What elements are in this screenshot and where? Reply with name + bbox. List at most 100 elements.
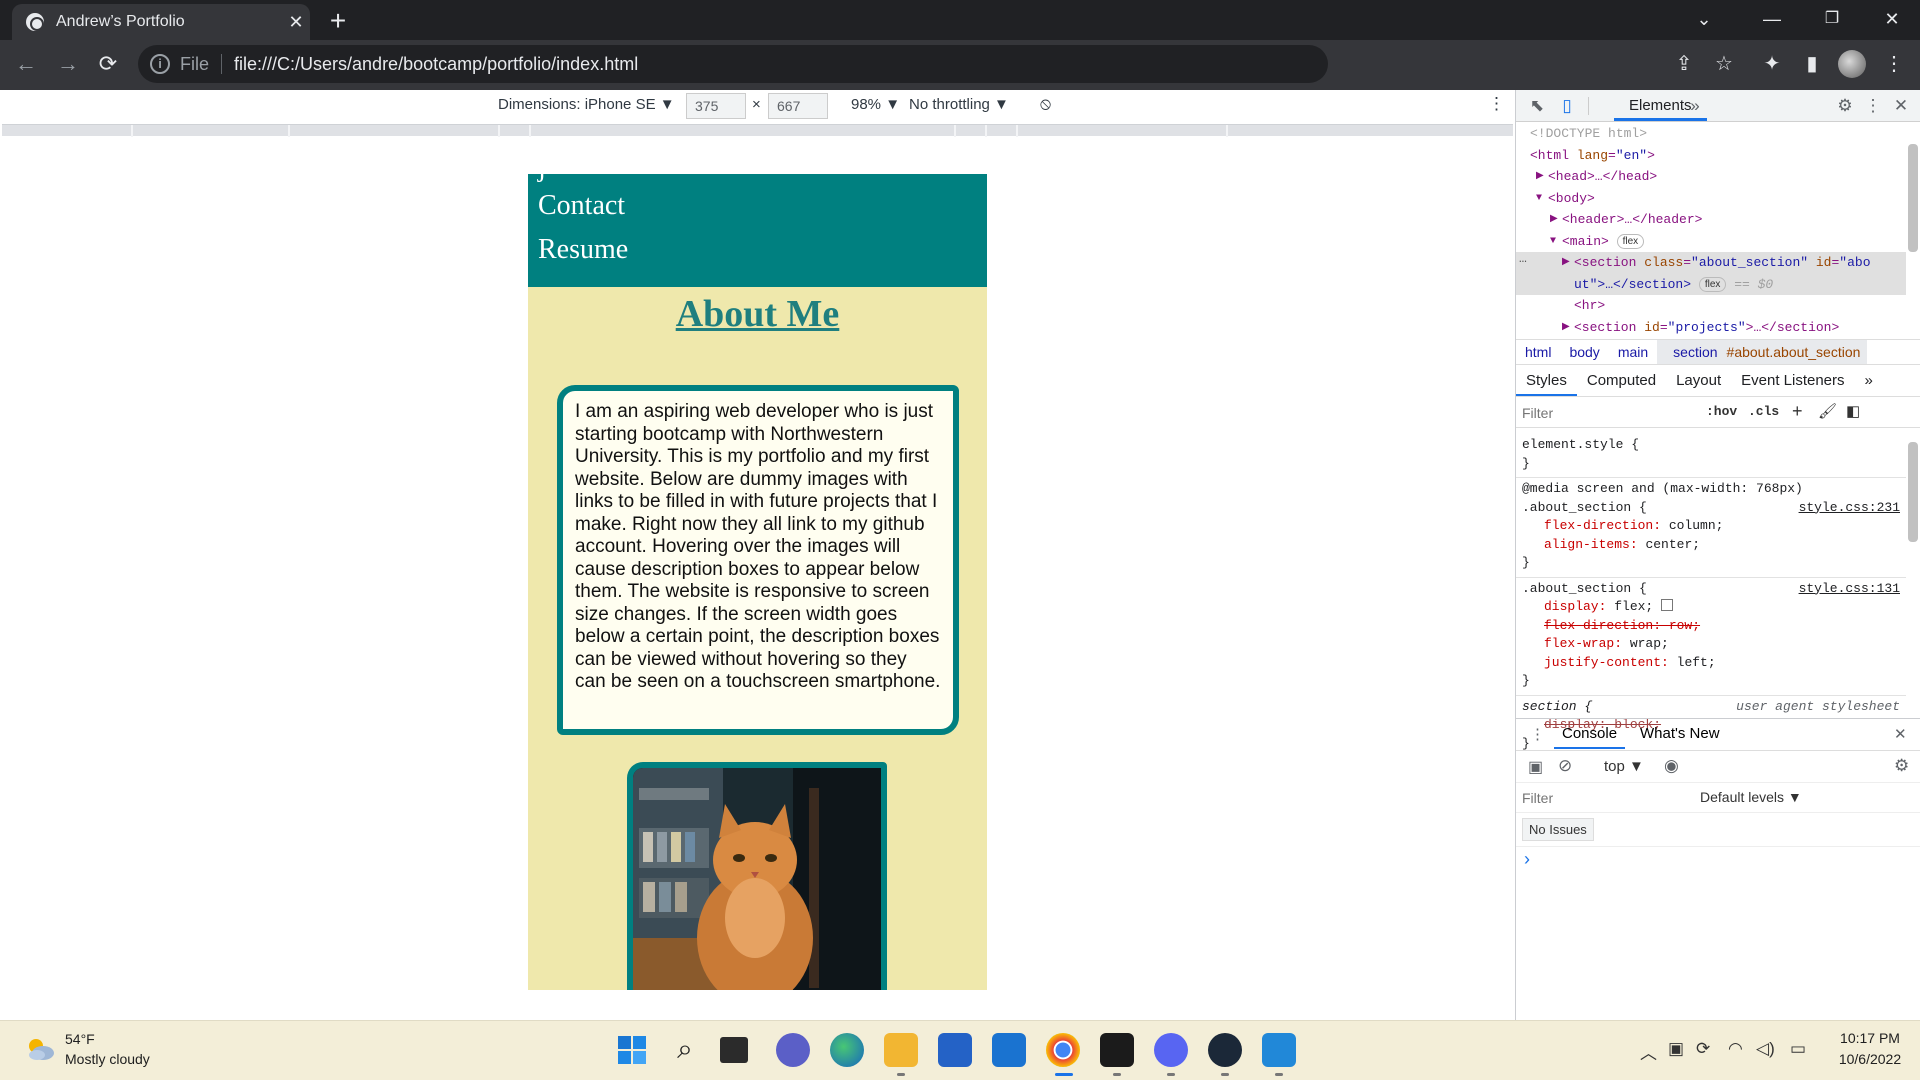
back-button[interactable]: ← [10, 48, 42, 80]
device-height-input[interactable] [768, 93, 828, 119]
tab-event-listeners[interactable]: Event Listeners [1731, 367, 1854, 396]
side-panel-icon[interactable]: ▮ [1798, 50, 1826, 78]
dom-html[interactable]: <html lang="en"> [1516, 145, 1906, 167]
more-subtabs[interactable]: » [1855, 367, 1883, 396]
cls-toggle[interactable]: .cls [1748, 404, 1779, 419]
console-sidebar-icon[interactable]: ▣ [1528, 757, 1543, 777]
nav-link-partial[interactable]: j [538, 174, 546, 184]
dom-header[interactable]: ▶ <header>…</header> [1516, 209, 1906, 231]
bookmark-star-icon[interactable]: ☆ [1710, 50, 1738, 78]
menu-icon[interactable]: ⋮ [1880, 50, 1908, 78]
stylesheet-link[interactable]: style.css:131 [1799, 580, 1900, 599]
styles-scrollbar[interactable] [1908, 442, 1918, 542]
console-settings-gear-icon[interactable]: ⚙ [1894, 756, 1909, 776]
device-dimensions-select[interactable]: Dimensions: iPhone SE ▼ [498, 96, 675, 113]
close-window-button[interactable]: ✕ [1864, 0, 1920, 40]
task-view-icon[interactable] [720, 1037, 748, 1063]
flex-badge[interactable]: flex [1616, 233, 1645, 249]
dom-doctype[interactable]: <!DOCTYPE html> [1516, 123, 1906, 145]
console-filter-input[interactable] [1522, 786, 1692, 810]
minimize-button[interactable]: — [1744, 0, 1800, 40]
toggle-sidebar-icon[interactable]: ◧ [1846, 402, 1860, 420]
context-select[interactable]: top ▼ [1604, 758, 1644, 775]
volume-icon[interactable]: ◁) [1756, 1039, 1775, 1059]
more-tabs-icon[interactable]: » [1684, 95, 1706, 117]
nav-link-resume[interactable]: Resume [538, 234, 628, 266]
clock-date[interactable]: 10/6/2022 [1832, 1051, 1908, 1067]
flex-badge[interactable]: flex [1698, 276, 1727, 292]
close-devtools-icon[interactable]: ✕ [1890, 95, 1912, 117]
wifi-icon[interactable]: ◠ [1728, 1039, 1743, 1059]
terminal-icon[interactable] [1100, 1033, 1134, 1067]
battery-icon[interactable]: ▭ [1790, 1039, 1806, 1059]
chrome-icon[interactable] [1046, 1033, 1080, 1067]
dom-head[interactable]: ▶ <head>…</head> [1516, 166, 1906, 188]
search-icon[interactable]: ⌕ [668, 1033, 702, 1067]
tab-close-button[interactable]: ✕ [282, 12, 310, 33]
start-button[interactable] [615, 1033, 649, 1067]
console-prompt-row[interactable]: › [1516, 847, 1920, 873]
breadcrumb-main[interactable]: main [1609, 344, 1657, 360]
rule-media-about[interactable]: @media screen and (max-width: 768px) .ab… [1516, 478, 1906, 578]
zoom-select[interactable]: 98% ▼ [851, 96, 900, 113]
tab-search-icon[interactable]: ⌄ [1676, 0, 1732, 40]
flexbox-editor-icon[interactable] [1661, 599, 1674, 611]
project-image[interactable] [627, 762, 887, 990]
breadcrumb-section[interactable]: section #about.about_section [1657, 340, 1868, 364]
rotate-icon[interactable]: ⦸ [1040, 94, 1051, 114]
drawer-menu-icon[interactable]: ⋮ [1530, 725, 1545, 743]
throttling-select[interactable]: No throttling ▼ [909, 96, 1009, 113]
tab-computed[interactable]: Computed [1577, 367, 1666, 396]
dom-hr[interactable]: <hr> [1516, 295, 1906, 317]
show-hidden-icons-chevron-icon[interactable]: ︿ [1640, 1039, 1657, 1064]
devtools-menu-icon[interactable]: ⋮ [1862, 95, 1884, 117]
dom-section-about[interactable]: … ▶ <section class="about_section" id="a… [1516, 251, 1906, 295]
issues-button[interactable]: No Issues [1522, 818, 1594, 841]
mail-icon[interactable] [992, 1033, 1026, 1067]
restore-button[interactable]: ❐ [1804, 0, 1860, 40]
paint-brush-icon[interactable]: 🖌 [1818, 402, 1837, 420]
nav-link-contact[interactable]: Contact [538, 190, 625, 222]
profile-avatar[interactable] [1838, 50, 1866, 78]
tab-layout[interactable]: Layout [1666, 367, 1731, 396]
steam-icon[interactable] [1208, 1033, 1242, 1067]
chat-icon[interactable] [776, 1033, 810, 1067]
settings-gear-icon[interactable]: ⚙ [1834, 95, 1856, 117]
info-icon[interactable]: i [150, 54, 170, 74]
breadcrumb-body[interactable]: body [1560, 344, 1608, 360]
address-bar[interactable]: i File file:///C:/Users/andre/bootcamp/p… [138, 45, 1328, 83]
inspect-element-icon[interactable]: ⬉ [1526, 95, 1548, 117]
tab-whats-new[interactable]: What's New [1640, 725, 1720, 742]
add-rule-icon[interactable]: + [1792, 401, 1803, 422]
reload-button[interactable]: ⟳ [92, 48, 124, 80]
clock-time[interactable]: 10:17 PM [1832, 1030, 1908, 1046]
log-levels-select[interactable]: Default levels ▼ [1700, 789, 1802, 805]
eye-icon[interactable]: ◉ [1664, 756, 1679, 776]
hov-toggle[interactable]: :hov [1706, 404, 1737, 419]
breadcrumb-html[interactable]: html [1516, 344, 1560, 360]
stylesheet-link[interactable]: style.css:231 [1799, 499, 1900, 518]
dom-body[interactable]: ▼ <body> [1516, 188, 1906, 210]
device-width-input[interactable] [686, 93, 746, 119]
device-toggle-icon[interactable]: ▯ [1556, 95, 1578, 117]
vscode-icon[interactable] [1262, 1033, 1296, 1067]
edge-icon[interactable] [830, 1033, 864, 1067]
media-query-ruler[interactable] [2, 124, 1513, 137]
extensions-icon[interactable]: ✦ [1758, 50, 1786, 78]
store-icon[interactable] [938, 1033, 972, 1067]
url-text[interactable]: file:///C:/Users/andre/bootcamp/portfoli… [234, 54, 638, 75]
dom-scrollbar[interactable] [1908, 144, 1918, 252]
dom-section-projects[interactable]: ▶ <section id="projects">…</section> [1516, 317, 1906, 339]
device-more-icon[interactable]: ⋮ [1488, 94, 1505, 114]
sync-icon[interactable]: ⟳ [1696, 1039, 1710, 1059]
rule-about-section[interactable]: .about_section {style.css:131 display: f… [1516, 578, 1906, 696]
share-icon[interactable]: ⇪ [1670, 50, 1698, 78]
tab-console[interactable]: Console [1554, 725, 1626, 749]
dom-main[interactable]: ▼ <main> flex [1516, 231, 1906, 253]
browser-tab[interactable]: Andrew’s Portfolio ✕ [12, 4, 310, 40]
weather-cloud-icon[interactable] [24, 1035, 56, 1063]
clear-console-icon[interactable]: ⊘ [1558, 756, 1572, 776]
file-explorer-icon[interactable] [884, 1033, 918, 1067]
close-drawer-icon[interactable]: ✕ [1894, 725, 1907, 743]
tray-app-icon[interactable]: ▣ [1668, 1039, 1684, 1059]
